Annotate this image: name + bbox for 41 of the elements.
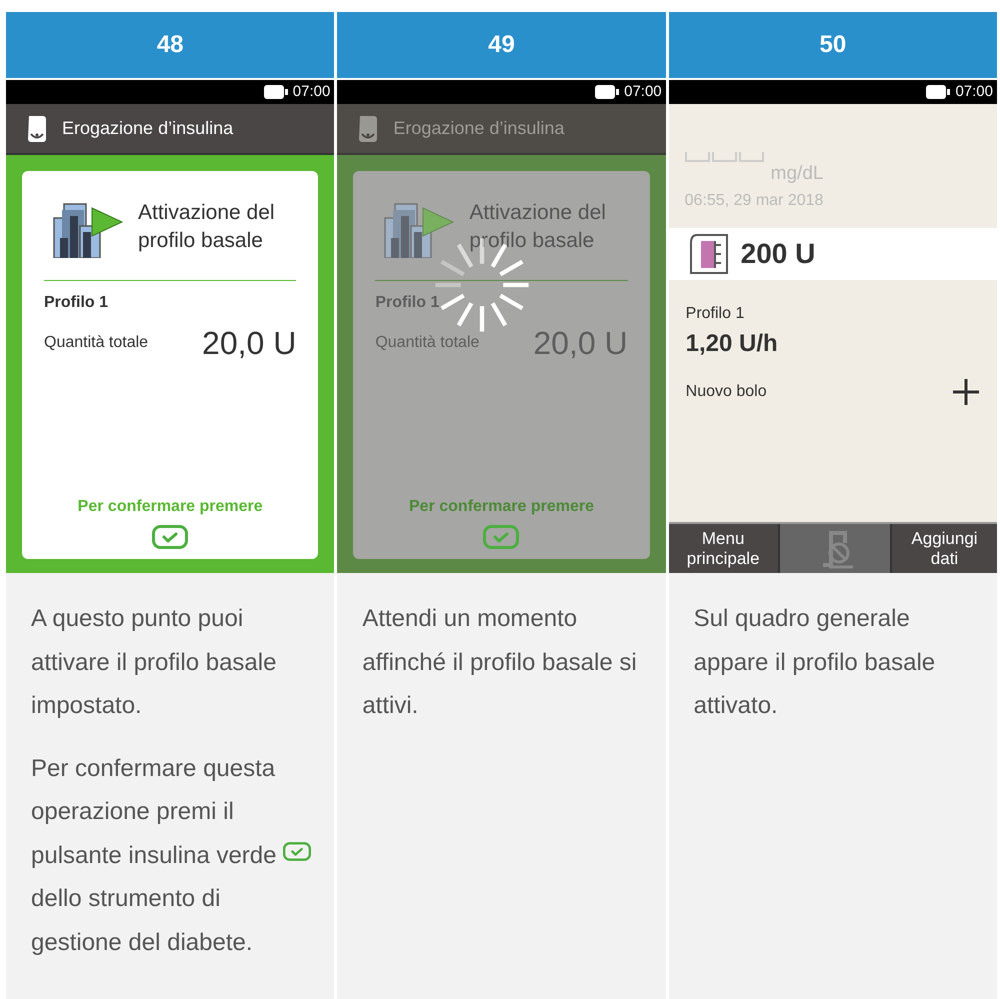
dialog-title: Attivazione del profilo basale (469, 200, 607, 254)
confirm-prompt: Per confermare premere (408, 497, 595, 517)
pump-icon (26, 114, 48, 144)
caption-text: A questo punto puoi attivare il profilo basale impostato. (31, 604, 278, 721)
reservoir-amount: 200 U (740, 237, 816, 271)
confirm-button-icon (283, 842, 312, 860)
caption-text: Attendi un momento affinché il profilo basale si attivi. (362, 604, 638, 721)
confirm-button-icon (152, 525, 188, 549)
add-data-button[interactable]: Aggiungi dati (892, 524, 997, 573)
status-time: 07:00 (955, 82, 993, 102)
battery-icon (926, 85, 950, 99)
basal-profile-icon (383, 202, 456, 258)
new-bolus-label: Nuovo bolo (686, 382, 767, 402)
pump-icon (357, 114, 380, 144)
basal-profile-icon (52, 202, 124, 258)
status-time: 07:00 (292, 82, 330, 102)
confirm-button-icon (483, 525, 520, 549)
battery-icon (595, 85, 620, 99)
step-number-header: 50 (668, 12, 997, 78)
add-icon (952, 378, 980, 406)
profile-name: Profilo 1 (375, 293, 440, 313)
step-number-header: 49 (337, 12, 666, 78)
screen-title: Erogazione d’insulina (393, 117, 564, 140)
total-value: 20,0 U (533, 324, 628, 363)
status-time: 07:00 (624, 82, 662, 102)
total-label: Quantità totale (44, 333, 148, 353)
main-menu-button[interactable]: Menu principale (668, 524, 778, 573)
confirm-prompt: Per confermare premere (76, 497, 264, 517)
step-number-header: 48 (6, 12, 334, 78)
total-label: Quantità totale (375, 333, 480, 353)
profile-name: Profilo 1 (44, 293, 110, 313)
caption-text: Sul quadro generale appare il profilo basale attivato. (694, 604, 936, 721)
new-bolus-row[interactable]: Nuovo bolo (686, 378, 980, 406)
dialog-title: Attivazione del profilo basale (138, 200, 276, 254)
battery-icon (264, 85, 288, 99)
basal-rate: 1,20 U/h (686, 329, 778, 359)
profile-name: Profilo 1 (686, 304, 744, 324)
caption-text: Per confermare questa operazione premi il pulsante insulina verde dello strumento di gestione del diabete. (31, 746, 316, 964)
screen-title: Erogazione d’insulina (62, 117, 234, 140)
total-value: 20,0 U (202, 324, 296, 363)
no-reading-icon (684, 150, 765, 162)
